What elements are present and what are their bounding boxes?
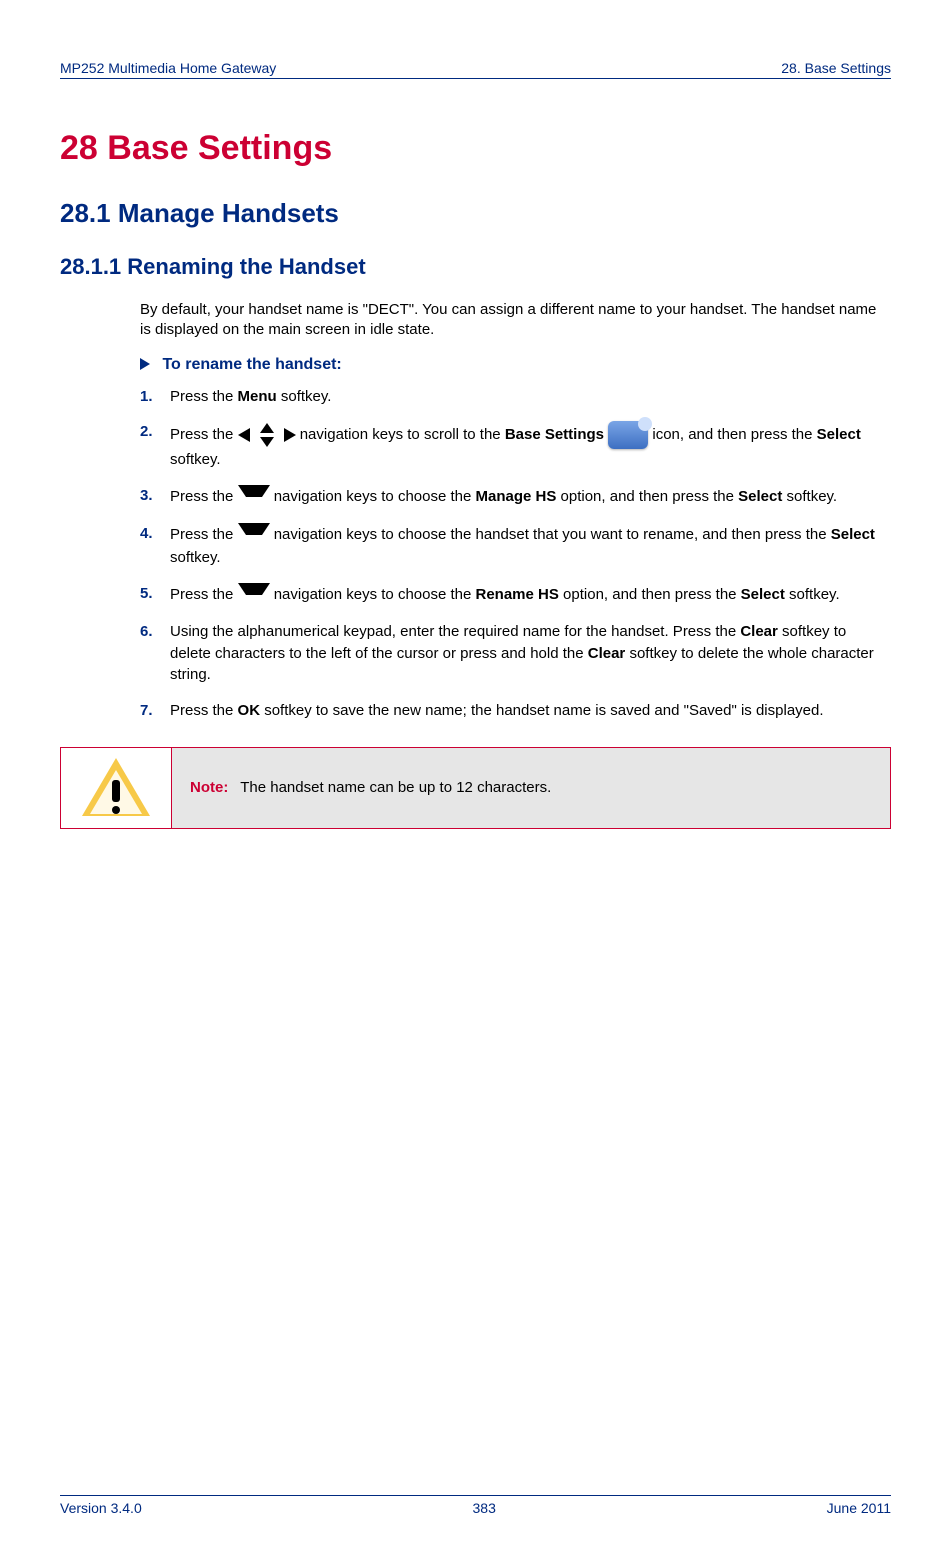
- step-text: softkey.: [782, 488, 837, 505]
- footer-center: 383: [473, 1500, 496, 1516]
- step-text: navigation keys to choose the: [274, 488, 476, 505]
- page-header: MP252 Multimedia Home Gateway 28. Base S…: [60, 60, 891, 79]
- step-text: Press the: [170, 388, 238, 405]
- step-bold: OK: [238, 702, 261, 719]
- step-bold: Base Settings: [505, 426, 604, 443]
- step-text: softkey.: [785, 586, 840, 603]
- note-text: Note: The handset name can be up to 12 c…: [172, 757, 890, 818]
- step-text: Press the: [170, 488, 238, 505]
- step-text: navigation keys to choose the handset th…: [274, 526, 831, 543]
- header-left: MP252 Multimedia Home Gateway: [60, 60, 276, 76]
- step-text: option, and then press the: [559, 586, 741, 603]
- procedure-arrow-icon: [140, 358, 150, 370]
- step-text: softkey.: [277, 388, 332, 405]
- page-footer: Version 3.4.0 383 June 2011: [60, 1495, 891, 1516]
- step-text: navigation keys to choose the: [274, 586, 476, 603]
- step-bold: Manage HS: [476, 488, 557, 505]
- step-text: icon, and then press the: [652, 426, 816, 443]
- procedure-steps: Press the Menu softkey. Press the naviga…: [140, 386, 891, 722]
- step-text: Press the: [170, 586, 238, 603]
- step-text: navigation keys to scroll to the: [300, 426, 505, 443]
- note-label: Note:: [190, 779, 228, 796]
- nav-down-icon: [238, 485, 270, 509]
- procedure-title: To rename the handset:: [140, 356, 891, 374]
- step-text: Using the alphanumerical keypad, enter t…: [170, 623, 740, 640]
- intro-paragraph: By default, your handset name is "DECT".…: [140, 300, 891, 341]
- step-4: Press the navigation keys to choose the …: [140, 523, 891, 569]
- step-bold: Menu: [238, 388, 277, 405]
- warning-icon: [82, 758, 150, 818]
- step-2: Press the navigation keys to scroll to t…: [140, 421, 891, 471]
- step-5: Press the navigation keys to choose the …: [140, 583, 891, 607]
- step-text: Press the: [170, 526, 238, 543]
- note-icon-cell: [61, 748, 172, 828]
- procedure-title-text: To rename the handset:: [162, 356, 341, 373]
- nav-lr-icon: [238, 423, 296, 447]
- step-text: Press the: [170, 426, 238, 443]
- note-block: Note: The handset name can be up to 12 c…: [60, 747, 891, 829]
- chapter-title: 28 Base Settings: [60, 129, 891, 168]
- footer-right: June 2011: [827, 1500, 891, 1516]
- footer-left: Version 3.4.0: [60, 1500, 142, 1516]
- section-title: 28.1 Manage Handsets: [60, 198, 891, 229]
- step-bold: Select: [831, 526, 875, 543]
- step-7: Press the OK softkey to save the new nam…: [140, 700, 891, 722]
- step-bold: Clear: [588, 645, 626, 662]
- subsection-title: 28.1.1 Renaming the Handset: [60, 254, 891, 280]
- step-bold: Clear: [740, 623, 778, 640]
- note-body: The handset name can be up to 12 charact…: [240, 779, 551, 796]
- step-text: option, and then press the: [556, 488, 738, 505]
- step-3: Press the navigation keys to choose the …: [140, 485, 891, 509]
- step-text: softkey.: [170, 549, 221, 566]
- step-bold: Select: [738, 488, 782, 505]
- nav-down-icon: [238, 523, 270, 547]
- step-bold: Rename HS: [476, 586, 559, 603]
- step-text: Press the: [170, 702, 238, 719]
- step-6: Using the alphanumerical keypad, enter t…: [140, 621, 891, 686]
- base-settings-icon: [608, 421, 648, 449]
- header-right: 28. Base Settings: [781, 60, 891, 76]
- step-1: Press the Menu softkey.: [140, 386, 891, 408]
- nav-down-icon: [238, 583, 270, 607]
- step-text: softkey.: [170, 451, 221, 468]
- step-bold: Select: [741, 586, 785, 603]
- step-text: softkey to save the new name; the handse…: [260, 702, 823, 719]
- step-bold: Select: [817, 426, 861, 443]
